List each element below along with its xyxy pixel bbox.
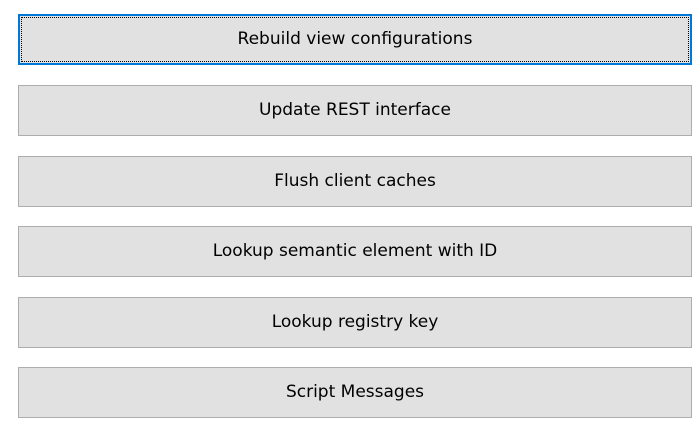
lookup-semantic-element-button[interactable]: Lookup semantic element with ID [18,226,692,277]
button-label: Lookup semantic element with ID [212,241,498,261]
button-label: Script Messages [285,382,425,402]
admin-actions-panel: Rebuild view configurations Update REST … [0,0,693,423]
lookup-registry-key-button[interactable]: Lookup registry key [18,297,692,348]
flush-client-caches-button[interactable]: Flush client caches [18,156,692,207]
rebuild-view-configurations-button[interactable]: Rebuild view configurations [18,14,692,65]
button-label: Update REST interface [259,100,451,120]
button-label: Lookup registry key [271,312,439,332]
update-rest-interface-button[interactable]: Update REST interface [18,85,692,136]
script-messages-button[interactable]: Script Messages [18,367,692,418]
button-label: Flush client caches [274,171,436,191]
button-label: Rebuild view configurations [237,29,473,49]
